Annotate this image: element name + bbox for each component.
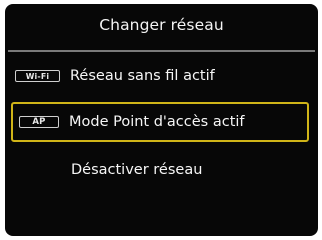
- printer-screen: Changer réseau Wi-Fi Réseau sans fil act…: [0, 0, 322, 240]
- menu-item-access-point-mode-active[interactable]: AP Mode Point d'accès actif: [11, 102, 309, 142]
- lcd-panel: Changer réseau Wi-Fi Réseau sans fil act…: [5, 4, 318, 236]
- page-title: Changer réseau: [99, 16, 224, 34]
- menu-item-wireless-lan-active[interactable]: Wi-Fi Réseau sans fil actif: [11, 56, 309, 96]
- menu-item-label: Désactiver réseau: [71, 162, 203, 178]
- menu-item-label: Mode Point d'accès actif: [69, 114, 245, 130]
- menu-item-disable-network[interactable]: Désactiver réseau: [11, 150, 309, 190]
- wifi-icon: Wi-Fi: [15, 70, 60, 82]
- title-divider: [8, 50, 315, 52]
- access-point-icon: AP: [19, 116, 59, 128]
- menu-item-label: Réseau sans fil actif: [70, 68, 215, 84]
- title-bar: Changer réseau: [5, 4, 318, 46]
